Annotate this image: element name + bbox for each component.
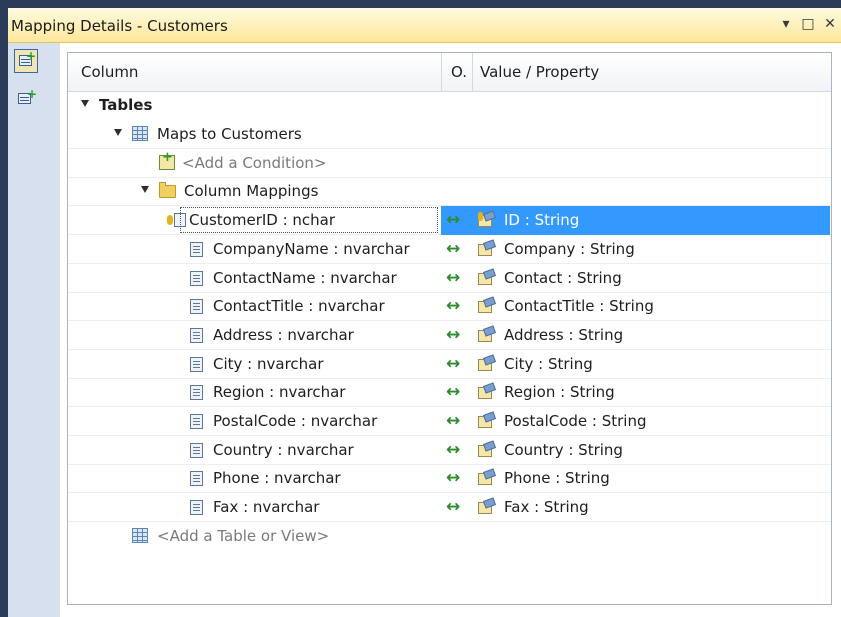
map-arrow-icon: ↔	[446, 239, 461, 259]
property-icon	[478, 296, 497, 314]
table-icon	[132, 126, 148, 141]
property-icon	[478, 497, 497, 515]
window-title: Mapping Details - Customers	[11, 17, 228, 35]
property-name[interactable]: Fax : String	[504, 498, 589, 516]
column-name[interactable]: Region : nvarchar	[213, 383, 345, 401]
column-name[interactable]: CustomerID : nchar	[189, 211, 335, 229]
property-icon	[478, 440, 497, 458]
column-name[interactable]: Fax : nvarchar	[213, 498, 319, 516]
dropdown-arrow-icon[interactable]: ▾	[779, 15, 793, 33]
add-condition-icon	[159, 150, 175, 170]
map-arrow-icon: ↔	[446, 497, 461, 517]
title-bar[interactable]: Mapping Details - Customers ▾ □ ✕	[8, 8, 841, 43]
property-name[interactable]: Company : String	[504, 240, 635, 258]
column-icon	[190, 242, 203, 257]
column-icon	[190, 471, 203, 486]
column-header[interactable]: Column	[81, 53, 138, 91]
mapping-grid: Column O. Value / Property Tables Maps t…	[67, 52, 832, 605]
folder-icon	[159, 182, 176, 198]
maps-to-label: Maps to Customers	[157, 125, 302, 143]
property-icon	[478, 411, 497, 429]
column-icon	[190, 385, 203, 400]
map-arrow-icon: ↔	[446, 354, 461, 374]
map-entity-to-tables-button[interactable]: +	[14, 49, 38, 73]
column-name[interactable]: ContactTitle : nvarchar	[213, 297, 385, 315]
tables-label: Tables	[99, 96, 153, 114]
value-property-header[interactable]: Value / Property	[480, 53, 599, 91]
property-name[interactable]: Country : String	[504, 441, 623, 459]
add-condition-row[interactable]: <Add a Condition>	[68, 149, 831, 178]
mapping-toolbar: + +	[8, 43, 60, 617]
table-mapping-row[interactable]: Maps to Customers	[68, 120, 831, 149]
tables-row[interactable]: Tables	[68, 91, 831, 120]
property-name[interactable]: Region : String	[504, 383, 615, 401]
grid-header: Column O. Value / Property	[68, 53, 831, 92]
mapping-row[interactable]: Region : nvarchar ↔ Region : String	[68, 378, 831, 407]
map-arrow-icon: ↔	[446, 325, 461, 345]
mapping-row[interactable]: ContactName : nvarchar ↔ Contact : Strin…	[68, 264, 831, 293]
property-icon	[478, 325, 497, 343]
column-name[interactable]: CompanyName : nvarchar	[213, 240, 410, 258]
property-name[interactable]: Address : String	[504, 326, 623, 344]
property-icon	[478, 382, 497, 400]
collapse-arrow-icon[interactable]	[81, 100, 89, 107]
column-name[interactable]: ContactName : nvarchar	[213, 269, 397, 287]
mapping-content: Column O. Value / Property Tables Maps t…	[60, 43, 841, 617]
property-name[interactable]: ID : String	[504, 211, 579, 229]
column-name[interactable]: Country : nvarchar	[213, 441, 354, 459]
column-icon	[190, 500, 203, 515]
column-mappings-row[interactable]: Column Mappings	[68, 177, 831, 206]
property-icon	[478, 468, 497, 486]
column-icon	[190, 299, 203, 314]
mapping-row[interactable]: Address : nvarchar ↔ Address : String	[68, 321, 831, 350]
column-icon	[190, 357, 203, 372]
mapping-row[interactable]: City : nvarchar ↔ City : String	[68, 350, 831, 379]
column-mappings-label: Column Mappings	[184, 182, 319, 200]
map-arrow-icon: ↔	[446, 411, 461, 431]
column-name[interactable]: Address : nvarchar	[213, 326, 354, 344]
collapse-arrow-icon[interactable]	[114, 129, 122, 136]
map-arrow-icon: ↔	[446, 296, 461, 316]
property-name[interactable]: Phone : String	[504, 469, 610, 487]
add-table-label[interactable]: <Add a Table or View>	[157, 527, 329, 545]
mapping-row[interactable]: Fax : nvarchar ↔ Fax : String	[68, 493, 831, 522]
map-arrow-icon: ↔	[446, 440, 461, 460]
column-icon	[190, 271, 203, 286]
column-name[interactable]: Phone : nvarchar	[213, 469, 341, 487]
column-name[interactable]: City : nvarchar	[213, 355, 324, 373]
property-icon	[478, 268, 497, 286]
operator-header[interactable]: O.	[451, 53, 467, 91]
property-name[interactable]: Contact : String	[504, 269, 622, 287]
column-icon	[190, 328, 203, 343]
map-entity-to-functions-button[interactable]: +	[14, 88, 38, 112]
title-buttons: ▾ □ ✕	[779, 15, 837, 33]
map-arrow-icon: ↔	[446, 210, 461, 230]
column-name[interactable]: PostalCode : nvarchar	[213, 412, 377, 430]
map-arrow-icon: ↔	[446, 268, 461, 288]
mapping-row[interactable]: Phone : nvarchar ↔ Phone : String	[68, 464, 831, 493]
collapse-arrow-icon[interactable]	[141, 186, 149, 193]
key-property-icon	[478, 210, 497, 228]
close-icon[interactable]: ✕	[823, 15, 837, 33]
mapping-row[interactable]: CustomerID : nchar ↔ ID : String	[68, 206, 831, 235]
mapping-row[interactable]: PostalCode : nvarchar ↔ PostalCode : Str…	[68, 407, 831, 436]
mapping-details-window: Mapping Details - Customers ▾ □ ✕ + + Co…	[0, 0, 841, 617]
mapping-row[interactable]: CompanyName : nvarchar ↔ Company : Strin…	[68, 235, 831, 264]
property-icon	[478, 239, 497, 257]
add-condition-label[interactable]: <Add a Condition>	[182, 154, 327, 172]
column-icon	[190, 414, 203, 429]
map-arrow-icon: ↔	[446, 468, 461, 488]
property-name[interactable]: PostalCode : String	[504, 412, 647, 430]
property-name[interactable]: City : String	[504, 355, 593, 373]
property-name[interactable]: ContactTitle : String	[504, 297, 654, 315]
table-icon	[132, 528, 148, 543]
mapping-row[interactable]: Country : nvarchar ↔ Country : String	[68, 436, 831, 465]
property-icon	[478, 354, 497, 372]
add-table-row[interactable]: <Add a Table or View>	[68, 522, 831, 551]
map-arrow-icon: ↔	[446, 382, 461, 402]
column-icon	[190, 443, 203, 458]
mapping-row[interactable]: ContactTitle : nvarchar ↔ ContactTitle :…	[68, 292, 831, 321]
maximize-icon[interactable]: □	[801, 15, 815, 33]
